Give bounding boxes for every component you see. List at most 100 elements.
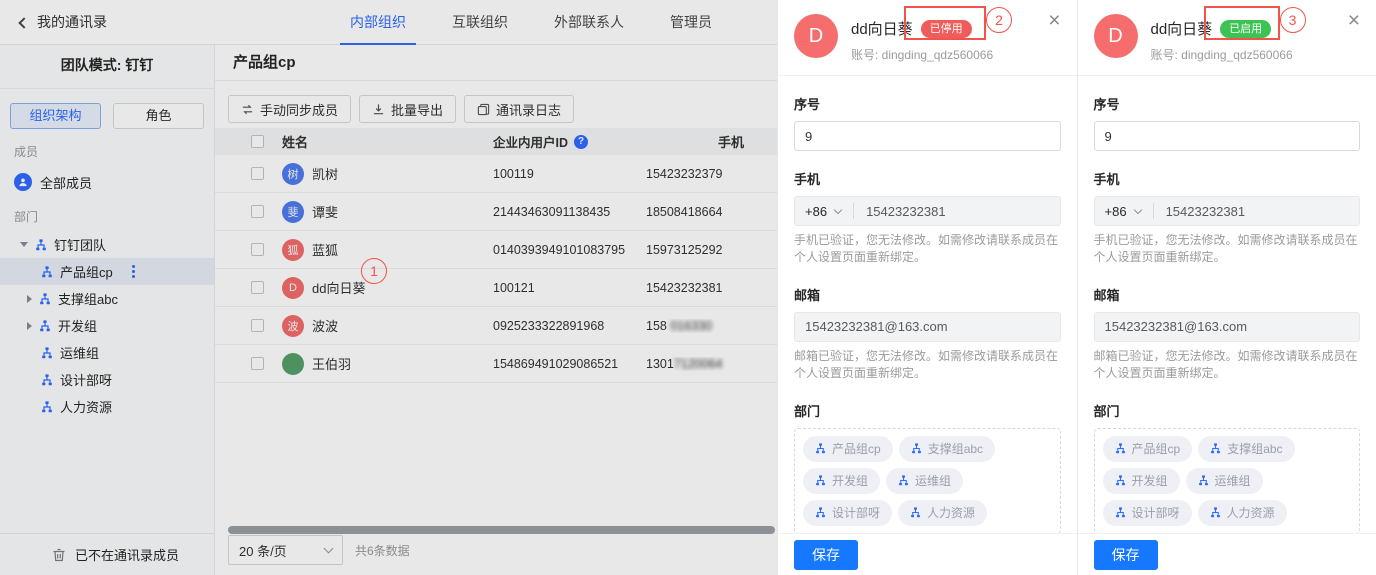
serial-label: 序号 — [1094, 94, 1361, 113]
org-icon — [1210, 443, 1221, 454]
phone-input: +86 15423232381 — [794, 196, 1061, 226]
row-checkbox[interactable] — [251, 205, 264, 218]
org-icon — [41, 266, 53, 278]
close-icon[interactable]: × — [1048, 10, 1060, 31]
org-structure-button[interactable]: 组织架构 — [10, 103, 101, 129]
member-user-id: 0140393949101083795 — [493, 243, 646, 257]
row-checkbox[interactable] — [251, 167, 264, 180]
serial-input[interactable]: 9 — [794, 121, 1061, 151]
caret-right-icon[interactable] — [27, 322, 32, 330]
member-avatar: D — [794, 14, 838, 58]
member-list-panel: 产品组cp 手动同步成员 批量导出 通讯录日志 — [215, 45, 777, 575]
tree-item-hr-group[interactable]: 人力资源 — [0, 393, 214, 420]
drawer-header: D dd向日葵 已启用 账号: dingding_qdz560066 × 3 — [1078, 0, 1376, 76]
table-row[interactable]: 狐蓝狐 0140393949101083795 15973125292 — [215, 231, 777, 269]
members-table: 姓名 企业内用户ID ? 手机 树凯树 100119 15423232379 — [215, 128, 777, 383]
tree-item-label: 运维组 — [60, 343, 99, 362]
save-button[interactable]: 保存 — [1094, 540, 1158, 570]
tree-item-selected-product-group[interactable]: 产品组cp — [0, 258, 214, 285]
table-row[interactable]: 波波波 0925233322891968 158 016330 — [215, 307, 777, 345]
tree-item-label: 开发组 — [58, 316, 97, 335]
manual-sync-button[interactable]: 手动同步成员 — [228, 95, 351, 123]
member-name: 王伯羽 — [312, 354, 351, 373]
serial-input[interactable]: 9 — [1094, 121, 1361, 151]
tree-item-ops-group[interactable]: 运维组 — [0, 339, 214, 366]
department-tag: 设计部呀 — [1103, 500, 1192, 526]
tree-item-label: 人力资源 — [60, 397, 112, 416]
org-icon — [815, 507, 826, 518]
select-all-checkbox[interactable] — [251, 135, 264, 148]
member-user-id: 100119 — [493, 167, 646, 181]
removed-members-label: 已不在通讯录成员 — [75, 545, 179, 564]
row-checkbox[interactable] — [251, 281, 264, 294]
row-checkbox[interactable] — [251, 357, 264, 370]
row-checkbox[interactable] — [251, 243, 264, 256]
drawer-footer: 保存 — [778, 533, 1077, 575]
contact-log-button[interactable]: 通讯录日志 — [464, 95, 574, 123]
phone-helper-text: 手机已验证，您无法修改。如需修改请联系成员在个人设置页面重新绑定。 — [1094, 232, 1361, 267]
tree-item-design-group[interactable]: 设计部呀 — [0, 366, 214, 393]
member-phone: 158 016330 — [646, 319, 777, 333]
org-icon — [815, 443, 826, 454]
drawer-body: 序号 9 手机 +86 15423232381 手机已验证，您无法修改。如需修改… — [1078, 94, 1376, 575]
caret-down-icon[interactable] — [20, 242, 28, 247]
org-icon — [39, 320, 51, 332]
phone-value: 15423232381 — [1166, 204, 1246, 219]
org-icon — [1198, 475, 1209, 486]
tree-item-dev-group[interactable]: 开发组 — [0, 312, 214, 339]
divider — [853, 203, 854, 219]
member-detail-drawer-enabled: D dd向日葵 已启用 账号: dingding_qdz560066 × 3 序… — [1077, 0, 1376, 575]
org-icon — [898, 475, 909, 486]
horizontal-scrollbar[interactable] — [228, 526, 775, 534]
table-row-dd-sunflower[interactable]: Ddd向日葵 100121 15423232381 — [215, 269, 777, 307]
page-size-select[interactable]: 20 条/页 — [228, 535, 343, 565]
row-checkbox[interactable] — [251, 319, 264, 332]
table-row[interactable]: 斐谭斐 21443463091138435 18508418664 — [215, 193, 777, 231]
caret-right-icon[interactable] — [27, 295, 32, 303]
tab-admins[interactable]: 管理员 — [660, 0, 722, 45]
email-input: 15423232381@163.com — [1094, 312, 1361, 342]
save-button[interactable]: 保存 — [794, 540, 858, 570]
phone-input: +86 15423232381 — [1094, 196, 1361, 226]
departments-section-label: 部门 — [14, 208, 214, 225]
tree-item-support-group[interactable]: 支撑组abc — [0, 285, 214, 312]
email-input: 15423232381@163.com — [794, 312, 1061, 342]
department-tag: 开发组 — [1103, 468, 1180, 494]
department-tag: 支撑组abc — [899, 436, 995, 462]
org-icon — [910, 507, 921, 518]
member-name: dd向日葵 — [312, 278, 365, 297]
table-row[interactable]: 王伯羽 154869491029086521 13017120064 — [215, 345, 777, 383]
batch-export-button[interactable]: 批量导出 — [359, 95, 456, 123]
departments-box[interactable]: 产品组cp 支撑组abc 开发组 运维组 设计部呀 人力资源 — [794, 428, 1061, 534]
tab-external-contacts[interactable]: 外部联系人 — [544, 0, 634, 45]
tree-item-root[interactable]: 钉钉团队 — [0, 231, 214, 258]
annotation-circle-2: 2 — [986, 7, 1012, 33]
table-row[interactable]: 树凯树 100119 15423232379 — [215, 155, 777, 193]
serial-label: 序号 — [794, 94, 1061, 113]
more-menu-icon[interactable] — [132, 270, 135, 273]
toolbar: 手动同步成员 批量导出 通讯录日志 — [215, 81, 777, 123]
departments-box[interactable]: 产品组cp 支撑组abc 开发组 运维组 设计部呀 人力资源 — [1094, 428, 1361, 534]
chevron-down-icon — [834, 206, 842, 214]
back-link[interactable]: 我的通讯录 — [20, 12, 107, 32]
removed-members-link[interactable]: 已不在通讯录成员 — [0, 533, 214, 575]
tree-item-label: 设计部呀 — [60, 370, 112, 389]
close-icon[interactable]: × — [1348, 10, 1360, 31]
tab-internal-org[interactable]: 内部组织 — [340, 0, 416, 45]
tab-connected-org[interactable]: 互联组织 — [442, 0, 518, 45]
nav-tabs: 内部组织 互联组织 外部联系人 管理员 — [340, 0, 722, 45]
email-label: 邮箱 — [1094, 285, 1361, 304]
total-count: 共6条数据 — [355, 542, 410, 559]
help-icon[interactable]: ? — [574, 135, 588, 149]
department-tag: 运维组 — [886, 468, 963, 494]
phone-label: 手机 — [794, 169, 1061, 188]
annotation-circle-1: 1 — [361, 258, 387, 284]
department-tag: 设计部呀 — [803, 500, 892, 526]
tree-item-label: 支撑组abc — [58, 289, 118, 308]
team-mode-label: 团队模式: 钉钉 — [0, 55, 214, 89]
member-user-id: 21443463091138435 — [493, 205, 646, 219]
sidebar-item-all-members[interactable]: 全部成员 — [0, 170, 214, 194]
role-button[interactable]: 角色 — [113, 103, 204, 129]
drawer-header: D dd向日葵 已停用 账号: dingding_qdz560066 × 2 — [778, 0, 1077, 76]
member-phone: 15423232379 — [646, 167, 777, 181]
